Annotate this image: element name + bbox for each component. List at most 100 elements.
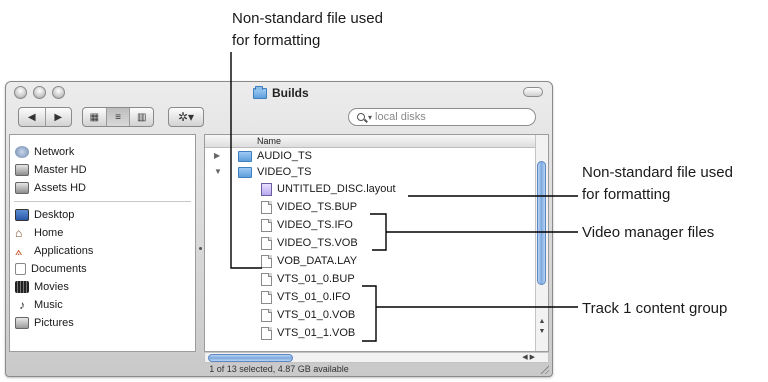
vertical-scrollbar[interactable]: ▲ ▼ (535, 135, 548, 351)
callout-track1: Track 1 content group (582, 300, 728, 317)
status-bar: 1 of 13 selected, 4.87 GB available (209, 364, 349, 374)
list-item-label: VIDEO_TS.VOB (277, 237, 358, 249)
column-header-name[interactable]: Name (205, 135, 536, 148)
list-item-audio-ts[interactable]: AUDIO_TS (238, 148, 312, 164)
desktop-icon (15, 209, 29, 221)
sidebar: Network Master HD Assets HD Desktop ⌂ Ho… (9, 134, 196, 352)
back-button[interactable]: ◀ (19, 108, 46, 126)
list-item-label: UNTITLED_DISC.layout (277, 183, 396, 195)
callout-right-nonstandard: Non-standard file used for formatting (582, 162, 733, 206)
list-item-label: VOB_DATA.LAY (277, 255, 358, 267)
document-icon (261, 200, 272, 214)
scroll-arrows-vertical[interactable]: ▲ ▼ (536, 317, 548, 339)
file-list: Name AUDIO_TS ▶ VIDEO_TS ▼ UNTITLED_DISC… (204, 134, 549, 352)
column-view-button[interactable]: ▥ (130, 108, 153, 126)
document-icon (261, 308, 272, 322)
folder-icon (238, 166, 252, 178)
vertical-scroll-thumb[interactable] (537, 161, 546, 285)
sidebar-divider (14, 201, 191, 202)
hard-drive-icon (15, 164, 29, 176)
sidebar-item-music[interactable]: ♪ Music (15, 297, 63, 313)
toolbar: ◀ ▶ ▦ ≡ ▥ ✲▾ ▾ local disks (6, 104, 552, 132)
callout-text: Non-standard file used (582, 164, 733, 181)
sidebar-item-desktop[interactable]: Desktop (15, 207, 74, 223)
sidebar-item-label: Pictures (34, 317, 74, 329)
list-item-label: VIDEO_TS (257, 166, 312, 178)
finder-window: Builds ◀ ▶ ▦ ≡ ▥ ✲▾ ▾ local disks Networ… (5, 81, 553, 377)
sidebar-item-master-hd[interactable]: Master HD (15, 162, 87, 178)
list-item-file[interactable]: VIDEO_TS.BUP (261, 199, 357, 215)
list-item-file[interactable]: UNTITLED_DISC.layout (261, 181, 396, 197)
document-icon (261, 272, 272, 286)
sidebar-item-label: Desktop (34, 209, 75, 221)
sidebar-item-network[interactable]: Network (15, 144, 74, 160)
list-item-file[interactable]: VIDEO_TS.IFO (261, 217, 353, 233)
list-item-label: AUDIO_TS (257, 150, 313, 162)
applications-icon: ⟑ (15, 244, 23, 258)
horizontal-scroll-thumb[interactable] (208, 354, 293, 362)
view-mode-selector: ▦ ≡ ▥ (82, 107, 154, 127)
search-field[interactable]: ▾ local disks (348, 108, 536, 126)
list-view-icon: ≡ (115, 111, 121, 123)
disclosure-expanded-icon[interactable]: ▼ (214, 167, 222, 176)
window-title: Builds (253, 84, 309, 102)
chevron-down-icon: ▾ (368, 112, 373, 122)
minimize-button[interactable] (33, 86, 46, 99)
splitter-handle[interactable] (199, 247, 202, 250)
list-item-file[interactable]: VTS_01_0.IFO (261, 289, 350, 305)
sidebar-item-label: Movies (34, 281, 69, 293)
sidebar-item-movies[interactable]: Movies (15, 279, 69, 295)
list-item-file[interactable]: VTS_01_1.VOB (261, 325, 355, 341)
document-icon (261, 326, 272, 340)
forward-arrow-icon: ▶ (54, 111, 63, 123)
movies-icon (15, 281, 29, 293)
list-view-button[interactable]: ≡ (106, 108, 131, 126)
list-item-file[interactable]: VTS_01_0.VOB (261, 307, 355, 323)
hard-drive-icon (15, 182, 29, 194)
search-icon (357, 113, 365, 121)
list-item-label: VTS_01_0.BUP (277, 273, 355, 285)
sidebar-item-label: Documents (31, 263, 87, 275)
document-icon (261, 254, 272, 268)
list-item-file[interactable]: VIDEO_TS.VOB (261, 235, 358, 251)
list-item-label: VIDEO_TS.BUP (277, 201, 358, 213)
sidebar-item-label: Master HD (34, 164, 87, 176)
sidebar-item-documents[interactable]: Documents (15, 261, 87, 277)
layout-file-icon (261, 182, 272, 196)
list-item-file[interactable]: VOB_DATA.LAY (261, 253, 357, 269)
sidebar-item-home[interactable]: ⌂ Home (15, 225, 63, 241)
list-item-label: VTS_01_1.VOB (277, 327, 356, 339)
home-icon: ⌂ (15, 226, 23, 240)
list-item-video-ts[interactable]: VIDEO_TS (238, 164, 311, 180)
callout-video-manager: Video manager files (582, 224, 715, 241)
disclosure-collapsed-icon[interactable]: ▶ (214, 151, 220, 160)
zoom-button[interactable] (52, 86, 65, 99)
sidebar-item-assets-hd[interactable]: Assets HD (15, 180, 86, 196)
network-icon (15, 146, 29, 158)
icon-view-button[interactable]: ▦ (83, 108, 107, 126)
title-bar[interactable]: Builds (6, 82, 552, 104)
callout-text: Non-standard file used (232, 10, 383, 27)
action-menu[interactable]: ✲▾ (168, 107, 204, 127)
folder-icon (238, 150, 252, 162)
window-title-text: Builds (272, 86, 309, 100)
forward-button[interactable]: ▶ (46, 108, 72, 126)
sidebar-item-pictures[interactable]: Pictures (15, 315, 74, 331)
callout-text: for formatting (582, 186, 671, 203)
sidebar-item-label: Home (34, 227, 64, 239)
column-header-label: Name (257, 136, 282, 146)
list-item-file[interactable]: VTS_01_0.BUP (261, 271, 355, 287)
close-button[interactable] (14, 86, 27, 99)
gear-icon: ✲▾ (177, 110, 195, 124)
list-item-label: VIDEO_TS.IFO (277, 219, 353, 231)
sidebar-item-label: Music (34, 299, 63, 311)
column-view-icon: ▥ (136, 111, 147, 123)
document-icon (261, 236, 272, 250)
sidebar-item-applications[interactable]: ⟑ Applications (15, 243, 93, 259)
callout-top-nonstandard: Non-standard file used for formatting (232, 8, 383, 52)
nav-back-forward: ◀ ▶ (18, 107, 72, 127)
document-icon (261, 218, 272, 232)
scroll-arrows-horizontal[interactable]: ◀ ▶ (522, 353, 535, 362)
sidebar-item-label: Network (34, 146, 75, 158)
toolbar-toggle-button[interactable] (523, 87, 543, 97)
